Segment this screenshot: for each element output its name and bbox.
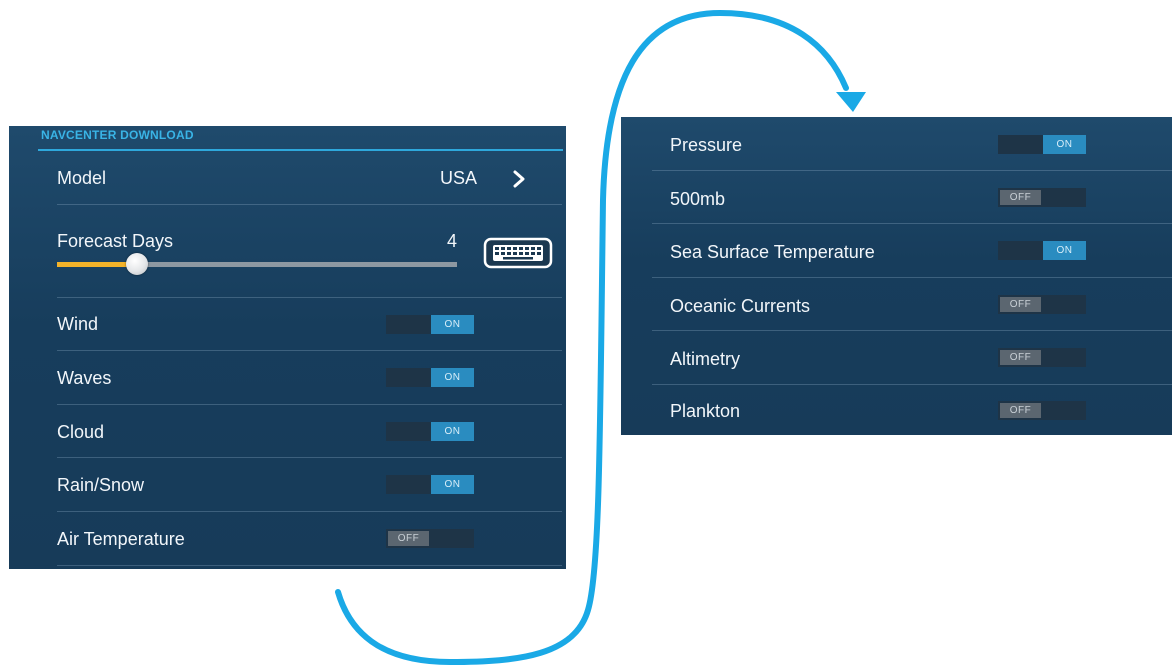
stage: NAVCENTER DOWNLOAD Model USA Forecast Da… xyxy=(0,0,1172,670)
continuation-arrow-icon xyxy=(335,9,866,666)
